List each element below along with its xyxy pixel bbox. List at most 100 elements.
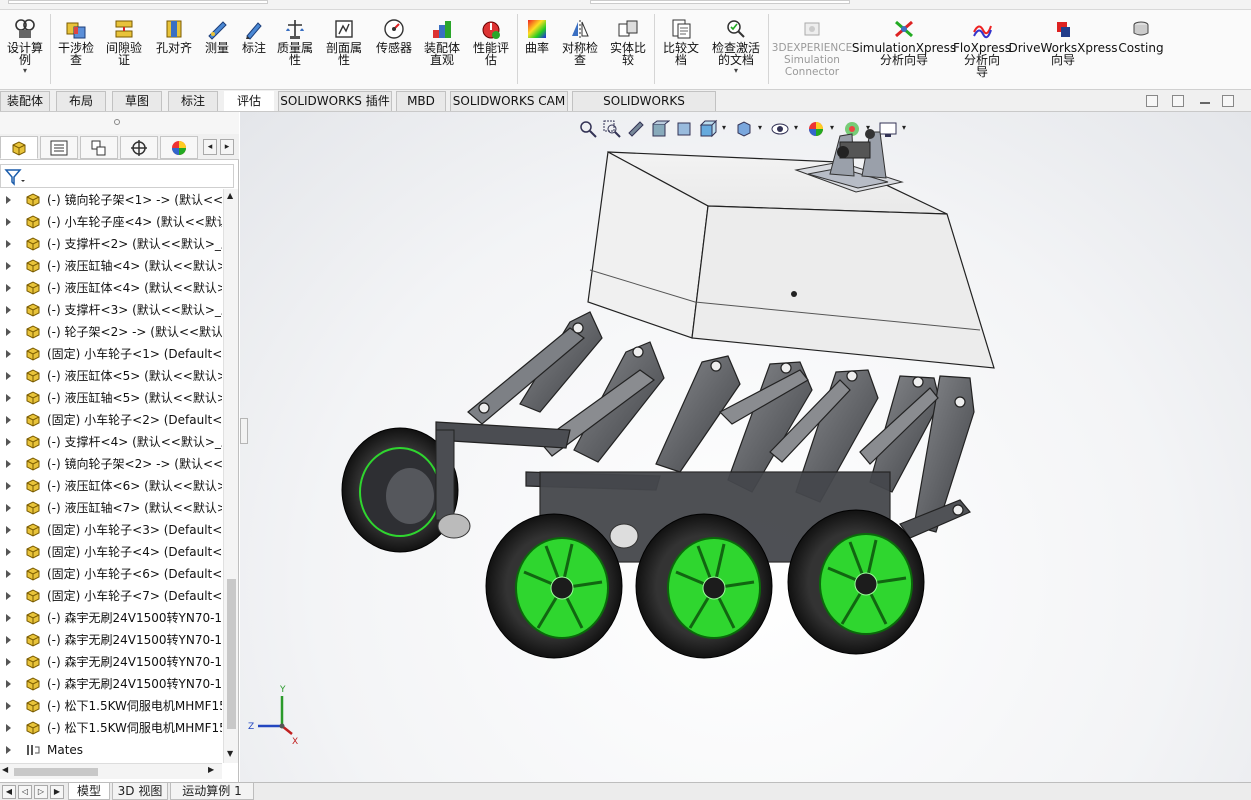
feature-manager-tab[interactable]: [0, 136, 38, 159]
tree-item[interactable]: Mates: [0, 739, 222, 761]
panel-tab-prev-icon[interactable]: ◂: [203, 139, 217, 155]
tree-item[interactable]: (-) 液压缸轴<7> (默认<<默认>_: [0, 497, 222, 519]
hole-align-button[interactable]: 孔对齐: [152, 18, 196, 54]
expand-arrow-icon[interactable]: [6, 350, 11, 358]
robot-cart-model[interactable]: Y Z X: [240, 112, 1251, 782]
tab-sketch[interactable]: 草图: [112, 91, 162, 111]
tree-horizontal-scrollbar[interactable]: ◀ ▶: [0, 763, 222, 779]
measure-button[interactable]: 测量: [200, 18, 234, 54]
expand-arrow-icon[interactable]: [6, 416, 11, 424]
expand-arrow-icon[interactable]: [6, 262, 11, 270]
last-tab-icon[interactable]: ▶: [50, 785, 64, 799]
compare-doc-button[interactable]: 比较文 档: [658, 18, 704, 66]
tab-model[interactable]: 模型: [68, 783, 110, 800]
tree-item[interactable]: (-) 镜向轮子架<2> -> (默认<<默: [0, 453, 222, 475]
expand-arrow-icon[interactable]: [6, 372, 11, 380]
expand-arrow-icon[interactable]: [6, 438, 11, 446]
tree-item[interactable]: (-) 森宇无刷24V1500转YN70-15: [0, 673, 222, 695]
tree-filter[interactable]: [0, 164, 234, 188]
symmetry-button[interactable]: 对称检 查: [558, 18, 602, 66]
3dexp-button[interactable]: 3DEXPERIENCE Simulation Connector: [772, 18, 852, 78]
expand-arrow-icon[interactable]: [6, 284, 11, 292]
expand-arrow-icon[interactable]: [6, 482, 11, 490]
tab-motion-study[interactable]: 运动算例 1: [170, 783, 254, 800]
tree-item[interactable]: (-) 小车轮子座<4> (默认<<默认: [0, 211, 222, 233]
tree-item[interactable]: (固定) 小车轮子<1> (Default<<: [0, 343, 222, 365]
tree-item[interactable]: (固定) 小车轮子<4> (Default<<: [0, 541, 222, 563]
tree-item[interactable]: (-) 松下1.5KW伺服电机MHMF15: [0, 717, 222, 739]
dimxpert-tab[interactable]: [120, 136, 158, 159]
tab-layout[interactable]: 布局: [56, 91, 106, 111]
scroll-up-icon[interactable]: ▲: [227, 191, 233, 200]
expand-arrow-icon[interactable]: [6, 394, 11, 402]
expand-arrow-icon[interactable]: [6, 328, 11, 336]
scroll-down-icon[interactable]: ▼: [227, 749, 233, 758]
property-manager-tab[interactable]: [40, 136, 78, 159]
simxpress-button[interactable]: SimulationXpress 分析向导: [852, 18, 956, 66]
check-active-button[interactable]: 检查激活 的文档 ▾: [708, 18, 764, 76]
expand-arrow-icon[interactable]: [6, 196, 11, 204]
expand-arrow-icon[interactable]: [6, 658, 11, 666]
tree-item[interactable]: (-) 支撑杆<2> (默认<<默认>_显: [0, 233, 222, 255]
design-study-button[interactable]: 设计算 例 ▾: [4, 18, 46, 76]
expand-arrow-icon[interactable]: [6, 240, 11, 248]
assembly-vis-button[interactable]: 装配体 直观: [420, 18, 464, 66]
tree-item[interactable]: (-) 镜向轮子架<1> -> (默认<<默: [0, 189, 222, 211]
chevron-down-icon[interactable]: ▾: [23, 66, 27, 76]
expand-arrow-icon[interactable]: [6, 460, 11, 468]
expand-arrow-icon[interactable]: [6, 746, 11, 754]
first-tab-icon[interactable]: ◀: [2, 785, 16, 799]
minimize-icon[interactable]: [1200, 102, 1210, 104]
tree-item[interactable]: (-) 液压缸体<6> (默认<<默认>_: [0, 475, 222, 497]
tab-3d-view[interactable]: 3D 视图: [112, 783, 168, 800]
expand-arrow-icon[interactable]: [6, 614, 11, 622]
tree-item[interactable]: (-) 松下1.5KW伺服电机MHMF15: [0, 695, 222, 717]
vertical-scroll-thumb[interactable]: [227, 579, 236, 729]
expand-arrow-icon[interactable]: [6, 592, 11, 600]
next-tab-icon[interactable]: ▷: [34, 785, 48, 799]
interference-button[interactable]: 干涉检 查: [54, 18, 98, 66]
graphics-area[interactable]: ▾ ▾ ▾ ▾ ▾ ▾ Y Z X: [240, 112, 1251, 782]
nav-forward-icon[interactable]: [1172, 95, 1184, 107]
costing-button[interactable]: Costing: [1116, 18, 1166, 54]
tree-item[interactable]: (-) 液压缸轴<4> (默认<<默认>_: [0, 255, 222, 277]
tab-solidworks-cam[interactable]: SOLIDWORKS CAM: [450, 91, 568, 111]
tree-item[interactable]: (-) 支撑杆<3> (默认<<默认>_显: [0, 299, 222, 321]
tree-item[interactable]: (-) 液压缸体<5> (默认<<默认>_: [0, 365, 222, 387]
expand-arrow-icon[interactable]: [6, 680, 11, 688]
scroll-left-icon[interactable]: ◀: [2, 765, 8, 774]
restore-icon[interactable]: [1222, 95, 1234, 107]
markup-button[interactable]: 标注: [238, 18, 270, 54]
expand-arrow-icon[interactable]: [6, 548, 11, 556]
tree-item[interactable]: (-) 森宇无刷24V1500转YN70-15: [0, 651, 222, 673]
panel-tab-next-icon[interactable]: ▸: [220, 139, 234, 155]
expand-arrow-icon[interactable]: [6, 636, 11, 644]
expand-arrow-icon[interactable]: [6, 504, 11, 512]
tab-evaluate[interactable]: 评估: [224, 91, 274, 111]
floxpress-button[interactable]: FloXpress 分析向 导: [953, 18, 1011, 78]
scroll-right-icon[interactable]: ▶: [208, 765, 214, 774]
tree-item[interactable]: (固定) 小车轮子<2> (Default<<: [0, 409, 222, 431]
tree-item[interactable]: (固定) 小车轮子<7> (Default<<: [0, 585, 222, 607]
sensor-button[interactable]: 传感器: [372, 18, 416, 54]
tree-item[interactable]: (-) 支撑杆<4> (默认<<默认>_显: [0, 431, 222, 453]
expand-arrow-icon[interactable]: [6, 306, 11, 314]
tab-mbd[interactable]: MBD: [396, 91, 446, 111]
tree-item[interactable]: (-) 液压缸轴<5> (默认<<默认>_: [0, 387, 222, 409]
tab-solidworks-addins[interactable]: SOLIDWORKS 插件: [278, 91, 392, 111]
tree-vertical-scrollbar[interactable]: ▲ ▼: [223, 189, 238, 763]
display-manager-tab[interactable]: [160, 136, 198, 159]
tree-item[interactable]: (固定) 小车轮子<6> (Default<<: [0, 563, 222, 585]
config-manager-tab[interactable]: [80, 136, 118, 159]
tree-item[interactable]: (-) 液压缸体<4> (默认<<默认>_: [0, 277, 222, 299]
tab-markup[interactable]: 标注: [168, 91, 218, 111]
prev-tab-icon[interactable]: ◁: [18, 785, 32, 799]
tab-assembly[interactable]: 装配体: [0, 91, 50, 111]
horizontal-scroll-thumb[interactable]: [14, 768, 98, 776]
performance-button[interactable]: 性能评 估: [469, 18, 513, 66]
section-props-button[interactable]: 剖面属 性: [322, 18, 366, 66]
expand-arrow-icon[interactable]: [6, 526, 11, 534]
clearance-button[interactable]: 间隙验 证: [102, 18, 146, 66]
nav-back-icon[interactable]: [1146, 95, 1158, 107]
expand-arrow-icon[interactable]: [6, 218, 11, 226]
